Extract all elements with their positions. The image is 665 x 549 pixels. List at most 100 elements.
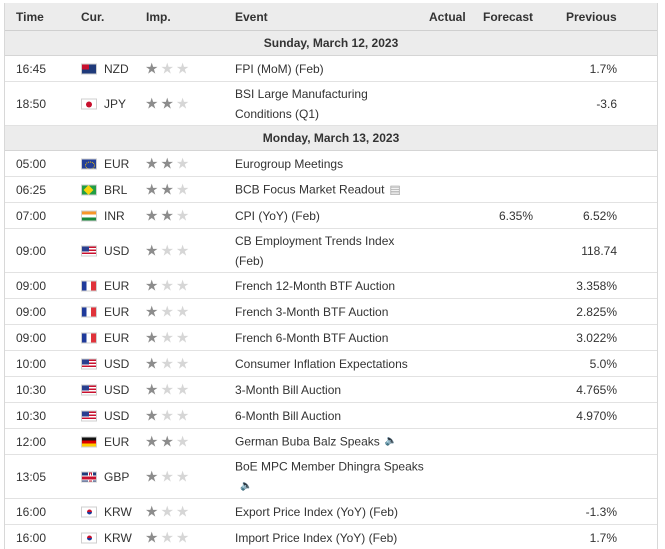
event-name[interactable]: BCB Focus Market Readout ▤ xyxy=(235,179,425,200)
star-empty-icon: ★ xyxy=(175,181,192,198)
event-name-text[interactable]: Consumer Inflation Expectations xyxy=(235,357,408,371)
star-filled-icon: ★ xyxy=(145,407,161,424)
event-name-text[interactable]: Import Price Index (YoY) (Feb) xyxy=(235,531,397,545)
event-name[interactable]: Export Price Index (YoY) (Feb) xyxy=(235,502,425,522)
fr-flag-icon xyxy=(81,306,97,317)
currency-code: EUR xyxy=(104,434,130,449)
table-row[interactable]: 18:50 JPY ★★★ BSI Large Manufacturing Condi… xyxy=(5,82,657,126)
event-name[interactable]: Import Price Index (YoY) (Feb) xyxy=(235,528,425,548)
event-name-text[interactable]: Eurogroup Meetings xyxy=(235,157,343,171)
event-name-text[interactable]: French 6-Month BTF Auction xyxy=(235,331,388,345)
event-time: 12:00 xyxy=(16,434,47,449)
star-empty-icon: ★ xyxy=(175,242,192,259)
table-row[interactable]: 09:00 EUR ★★★ French 6-Month BTF Auction 3.0… xyxy=(5,325,657,351)
event-name[interactable]: CB Employment Trends Index (Feb) xyxy=(235,231,425,271)
importance-rating: ★★★ xyxy=(145,330,191,345)
event-time: 10:00 xyxy=(16,356,47,371)
event-name-text[interactable]: BSI Large Manufacturing Conditions (Q1) xyxy=(235,87,368,121)
event-name-text[interactable]: Export Price Index (YoY) (Feb) xyxy=(235,505,398,519)
time-column-header[interactable]: Time xyxy=(16,10,44,24)
currency-column-header[interactable]: Cur. xyxy=(81,10,104,24)
speaker-icon[interactable]: 🔈 xyxy=(385,432,397,452)
speaker-icon[interactable]: 🔈 xyxy=(240,477,252,497)
actual-column-header[interactable]: Actual xyxy=(429,10,466,24)
br-flag-icon xyxy=(81,184,97,195)
event-name-text[interactable]: French 3-Month BTF Auction xyxy=(235,305,388,319)
fr-flag-icon xyxy=(81,280,97,291)
star-empty-icon: ★ xyxy=(175,355,192,372)
event-name[interactable]: German Buba Balz Speaks 🔈 xyxy=(235,431,425,452)
event-time: 09:00 xyxy=(16,278,47,293)
event-time: 16:45 xyxy=(16,61,47,76)
gb-flag-icon xyxy=(81,471,97,482)
event-name-text[interactable]: German Buba Balz Speaks xyxy=(235,434,380,448)
star-empty-icon: ★ xyxy=(175,95,192,112)
event-name[interactable]: BSI Large Manufacturing Conditions (Q1) xyxy=(235,84,425,124)
table-row[interactable]: 10:00 USD ★★★ Consumer Inflation Expectatio… xyxy=(5,351,657,377)
event-name[interactable]: 6-Month Bill Auction xyxy=(235,406,425,426)
table-row[interactable]: 09:00 EUR ★★★ French 12-Month BTF Auction 3.… xyxy=(5,273,657,299)
event-name[interactable]: French 6-Month BTF Auction xyxy=(235,328,425,348)
star-filled-icon: ★ xyxy=(145,329,161,346)
event-name-text[interactable]: BoE MPC Member Dhingra Speaks xyxy=(235,459,424,473)
table-row[interactable]: 06:25 BRL ★★★ BCB Focus Market Readout ▤ xyxy=(5,177,657,203)
table-row[interactable]: 10:30 USD ★★★ 3-Month Bill Auction 4.765% xyxy=(5,377,657,403)
event-name-text[interactable]: BCB Focus Market Readout xyxy=(235,182,384,196)
event-name[interactable]: French 3-Month BTF Auction xyxy=(235,302,425,322)
currency-code: EUR xyxy=(104,330,130,345)
star-empty-icon: ★ xyxy=(160,242,176,259)
table-row[interactable]: 07:00 INR ★★★ CPI (YoY) (Feb) 6.35% 6.52% xyxy=(5,203,657,229)
importance-rating: ★★★ xyxy=(145,382,191,397)
star-filled-icon: ★ xyxy=(145,181,161,198)
event-column-header[interactable]: Event xyxy=(235,10,268,24)
currency-code: USD xyxy=(104,243,130,258)
table-row[interactable]: 16:45 NZD ★★★ FPI (MoM) (Feb) 1.7% xyxy=(5,56,657,82)
date-separator: Sunday, March 12, 2023 xyxy=(5,31,657,56)
table-row[interactable]: 10:30 USD ★★★ 6-Month Bill Auction 4.970% xyxy=(5,403,657,429)
star-empty-icon: ★ xyxy=(160,60,176,77)
event-name[interactable]: Eurogroup Meetings xyxy=(235,154,425,174)
event-name[interactable]: BoE MPC Member Dhingra Speaks 🔈 xyxy=(235,456,425,497)
event-name-text[interactable]: CB Employment Trends Index (Feb) xyxy=(235,234,394,268)
event-time: 09:00 xyxy=(16,330,47,345)
star-empty-icon: ★ xyxy=(160,381,176,398)
table-row[interactable]: 05:00 EUR ★★★ Eurogroup Meetings xyxy=(5,151,657,177)
table-row[interactable]: 16:00 KRW ★★★ Import Price Index (YoY) (Feb… xyxy=(5,525,657,549)
star-empty-icon: ★ xyxy=(160,303,176,320)
event-name-text[interactable]: 6-Month Bill Auction xyxy=(235,409,341,423)
star-empty-icon: ★ xyxy=(175,503,192,520)
event-name-text[interactable]: French 12-Month BTF Auction xyxy=(235,279,395,293)
event-name[interactable]: FPI (MoM) (Feb) xyxy=(235,59,425,79)
event-time: 13:05 xyxy=(16,469,47,484)
event-time: 06:25 xyxy=(16,182,47,197)
star-empty-icon: ★ xyxy=(160,407,176,424)
star-filled-icon: ★ xyxy=(145,468,161,485)
star-empty-icon: ★ xyxy=(175,155,192,172)
currency-code: USD xyxy=(104,408,130,423)
table-row[interactable]: 13:05 GBP ★★★ BoE MPC Member Dhingra Speaks… xyxy=(5,455,657,499)
star-empty-icon: ★ xyxy=(175,433,192,450)
event-name-text[interactable]: 3-Month Bill Auction xyxy=(235,383,341,397)
previous-value: 1.7% xyxy=(589,61,617,76)
event-name[interactable]: 3-Month Bill Auction xyxy=(235,380,425,400)
forecast-column-header[interactable]: Forecast xyxy=(483,10,533,24)
previous-value: 5.0% xyxy=(589,356,617,371)
previous-column-header[interactable]: Previous xyxy=(566,10,617,24)
report-icon[interactable]: ▤ xyxy=(389,180,400,200)
table-row[interactable]: 16:00 KRW ★★★ Export Price Index (YoY) (Feb… xyxy=(5,499,657,525)
star-empty-icon: ★ xyxy=(160,503,176,520)
us-flag-icon xyxy=(81,410,97,421)
table-row[interactable]: 09:00 EUR ★★★ French 3-Month BTF Auction 2.8… xyxy=(5,299,657,325)
event-name[interactable]: French 12-Month BTF Auction xyxy=(235,276,425,296)
event-name[interactable]: Consumer Inflation Expectations xyxy=(235,354,425,374)
importance-column-header[interactable]: Imp. xyxy=(146,10,171,24)
event-name-text[interactable]: CPI (YoY) (Feb) xyxy=(235,209,320,223)
previous-value: 2.825% xyxy=(576,304,617,319)
event-name-text[interactable]: FPI (MoM) (Feb) xyxy=(235,62,324,76)
event-name[interactable]: CPI (YoY) (Feb) xyxy=(235,206,425,226)
table-row[interactable]: 09:00 USD ★★★ CB Employment Trends Index (F… xyxy=(5,229,657,273)
table-row[interactable]: 12:00 EUR ★★★ German Buba Balz Speaks 🔈 xyxy=(5,429,657,455)
star-filled-icon: ★ xyxy=(145,381,161,398)
currency-code: BRL xyxy=(104,182,128,197)
star-filled-icon: ★ xyxy=(160,207,176,224)
